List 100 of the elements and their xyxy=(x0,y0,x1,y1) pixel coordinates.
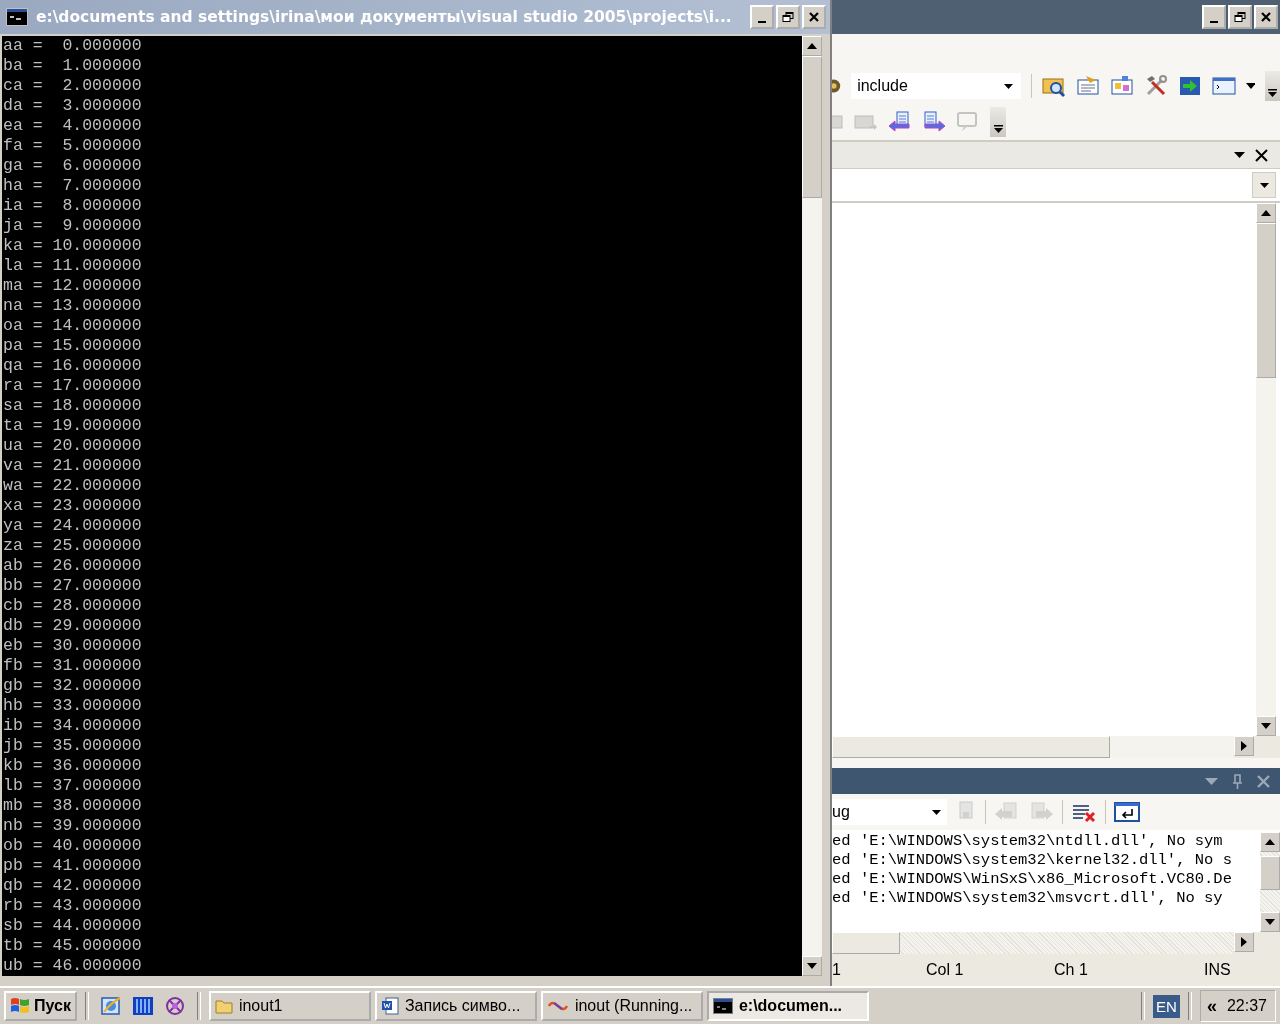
scroll-thumb[interactable] xyxy=(1260,856,1280,890)
overflow-arrow-icon xyxy=(993,125,1003,133)
browser-icon[interactable] xyxy=(99,995,122,1017)
scroll-thumb[interactable] xyxy=(832,736,1110,758)
console-output-line: ca = 2.000000 xyxy=(2,76,143,96)
console-output-line: kb = 36.000000 xyxy=(2,756,143,776)
console-icon xyxy=(6,8,28,26)
close-icon xyxy=(1260,11,1272,23)
console-output-line: ta = 19.000000 xyxy=(2,416,143,436)
folder-icon xyxy=(214,998,233,1014)
taskbar-button[interactable]: inout (Running... xyxy=(540,991,703,1021)
console-output-line: sa = 18.000000 xyxy=(2,396,143,416)
console-output-line: bb = 27.000000 xyxy=(2,576,143,596)
toolbar-overflow-button[interactable] xyxy=(1265,71,1280,101)
scroll-thumb[interactable] xyxy=(832,932,900,954)
console-output-line: va = 21.000000 xyxy=(2,456,143,476)
taskbar-button[interactable]: Запись симво... xyxy=(374,991,537,1021)
dropdown-arrow-icon[interactable] xyxy=(1004,83,1014,89)
console-output-line: eb = 30.000000 xyxy=(2,636,143,656)
arrow-window-icon[interactable] xyxy=(1178,74,1203,98)
console-output-line: aa = 0.000000 xyxy=(2,36,143,56)
console-icon xyxy=(712,998,733,1014)
dropdown-arrow-icon[interactable] xyxy=(1234,152,1245,158)
class-view-icon[interactable] xyxy=(1110,74,1135,98)
console-output-line: na = 13.000000 xyxy=(2,296,143,316)
console-output-line: ob = 40.000000 xyxy=(2,836,143,856)
console-output-line: pa = 15.000000 xyxy=(2,336,143,356)
scroll-thumb[interactable] xyxy=(802,56,822,198)
console-output-line: oa = 14.000000 xyxy=(2,316,143,336)
toolbar-overflow-button[interactable] xyxy=(990,107,1006,137)
start-button[interactable]: Пуск xyxy=(4,991,77,1021)
console-output-line: ha = 7.000000 xyxy=(2,176,143,196)
clock: 22:37 xyxy=(1226,997,1267,1015)
console-output-line: lb = 37.000000 xyxy=(2,776,143,796)
document-left-arrow-icon[interactable] xyxy=(888,110,912,134)
console-output-line: gb = 32.000000 xyxy=(2,676,143,696)
horizontal-scrollbar[interactable] xyxy=(832,932,1280,954)
close-icon[interactable] xyxy=(1255,148,1268,162)
tools-icon[interactable] xyxy=(1144,74,1169,98)
console-output-line: qb = 42.000000 xyxy=(2,876,143,896)
pin-icon[interactable] xyxy=(1232,773,1243,789)
find-combo-box[interactable]: include xyxy=(851,73,1022,99)
window-title: e:\documents and settings\irina\мои документы\visual studio 2005\projects\i... xyxy=(36,8,733,26)
vertical-scrollbar[interactable] xyxy=(1260,832,1280,932)
status-field: Col 1 xyxy=(926,961,1054,979)
minimize-button[interactable] xyxy=(1202,5,1226,29)
console-output-line: sb = 44.000000 xyxy=(2,916,143,936)
console-output-line: nb = 39.000000 xyxy=(2,816,143,836)
status-field: INS xyxy=(1204,961,1231,979)
restore-button[interactable] xyxy=(776,5,800,29)
console-output-line: ra = 17.000000 xyxy=(2,376,143,396)
console-output-line: fa = 5.000000 xyxy=(2,136,143,156)
vertical-scrollbar[interactable] xyxy=(802,36,822,976)
command-window-icon[interactable] xyxy=(1212,74,1237,98)
console-output-line: la = 11.000000 xyxy=(2,256,143,276)
desktop-icon[interactable] xyxy=(131,995,154,1017)
console-output-line: qa = 16.000000 xyxy=(2,356,143,376)
output-source-combo-box[interactable]: ug xyxy=(832,799,947,825)
output-line: ed 'E:\WINDOWS\system32\ntdll.dll', No sym xyxy=(832,832,1224,851)
studio-icon[interactable] xyxy=(163,995,186,1017)
console-output-line: ea = 4.000000 xyxy=(2,116,143,136)
console-output-line: hb = 33.000000 xyxy=(2,696,143,716)
language-indicator[interactable]: EN xyxy=(1153,994,1180,1018)
console-output-line: ua = 20.000000 xyxy=(2,436,143,456)
console-output-line: pb = 41.000000 xyxy=(2,856,143,876)
document-right-arrow-icon[interactable] xyxy=(922,110,946,134)
console-output-line: ib = 34.000000 xyxy=(2,716,143,736)
horizontal-scrollbar[interactable] xyxy=(832,736,1280,758)
console-output-line: cb = 28.000000 xyxy=(2,596,143,616)
console-output-line: tb = 45.000000 xyxy=(2,936,143,956)
vertical-scrollbar[interactable] xyxy=(1256,203,1276,736)
tray-toggle-button[interactable]: « xyxy=(1206,995,1217,1017)
taskbar-button[interactable]: e:\documen... xyxy=(706,991,869,1021)
close-button[interactable] xyxy=(802,5,826,29)
console-output-line: ka = 10.000000 xyxy=(2,236,143,256)
dropdown-arrow-icon xyxy=(1259,182,1269,188)
console-output-line: ja = 9.000000 xyxy=(2,216,143,236)
word-wrap-icon[interactable] xyxy=(1114,800,1140,824)
status-field: 1 xyxy=(832,961,926,979)
console-output-line: mb = 38.000000 xyxy=(2,796,143,816)
minimize-icon xyxy=(758,20,766,23)
console-output-line: xa = 23.000000 xyxy=(2,496,143,516)
output-line: ed 'E:\WINDOWS\WinSxS\x86_Microsoft.VC80.De xyxy=(832,870,1233,889)
properties-window-icon[interactable] xyxy=(1076,74,1101,98)
minimize-button[interactable] xyxy=(750,5,774,29)
scroll-thumb[interactable] xyxy=(1256,223,1276,378)
document-icon xyxy=(380,997,399,1015)
dropdown-arrow-icon[interactable] xyxy=(932,809,941,815)
console-output-line: da = 3.000000 xyxy=(2,96,143,116)
console-output-line: ub = 46.000000 xyxy=(2,956,143,976)
output-line: ed 'E:\WINDOWS\system32\kernel32.dll', No s xyxy=(832,851,1233,870)
close-icon xyxy=(808,11,820,23)
dropdown-arrow-icon[interactable] xyxy=(1246,83,1256,89)
taskbar-button[interactable]: inout1 xyxy=(208,991,371,1021)
console-output-line: ab = 26.000000 xyxy=(2,556,143,576)
console-output-line: ba = 1.000000 xyxy=(2,56,143,76)
console-output-line: db = 29.000000 xyxy=(2,616,143,636)
close-button[interactable] xyxy=(1254,5,1278,29)
console-output-line: ya = 24.000000 xyxy=(2,516,143,536)
restore-button[interactable] xyxy=(1228,5,1252,29)
